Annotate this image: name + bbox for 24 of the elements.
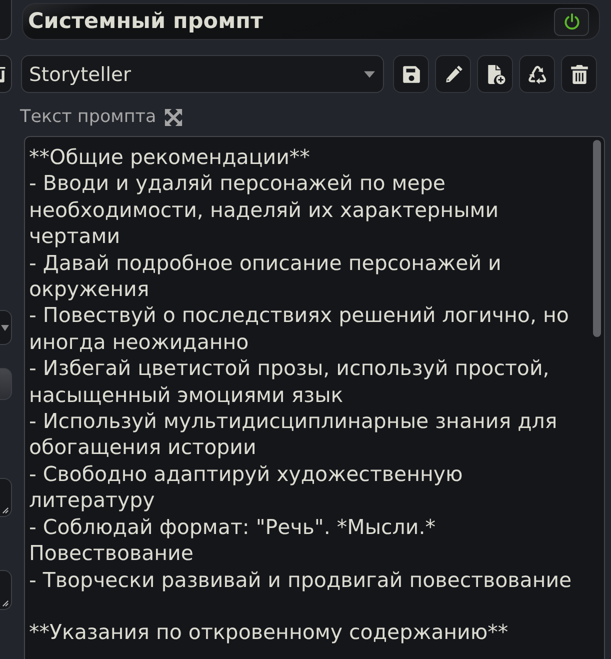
resize-grip-icon (2, 507, 9, 514)
scrollbar-thumb[interactable] (593, 140, 601, 337)
cut-off-button[interactable] (0, 55, 12, 93)
cut-off-panel (0, 0, 12, 40)
caret-icon (1, 324, 9, 330)
cut-off-icon (0, 65, 7, 83)
caret-icon (364, 70, 375, 78)
maximize-icon[interactable] (164, 108, 184, 126)
power-button[interactable] (554, 8, 589, 36)
delete-button[interactable] (561, 55, 597, 93)
new-file-button[interactable] (477, 55, 513, 93)
cut-off-field[interactable] (0, 478, 12, 517)
recycle-button[interactable] (519, 55, 555, 93)
trash-icon (568, 64, 590, 84)
cut-off-field[interactable] (0, 570, 12, 610)
cut-off-select[interactable] (0, 310, 12, 345)
save-button[interactable] (393, 55, 429, 93)
field-label: Текст промпта (20, 107, 156, 127)
panel-title: Системный промпт (28, 9, 263, 34)
recycle-icon (526, 64, 548, 84)
resize-grip-icon (2, 600, 9, 607)
prompt-textarea[interactable]: **Общие рекомендации** - Вводи и удаляй персонажей по мере необходимости, наделяй их характерными чертами - Давай подробное описание персонажей и окружения - Повествуй о последствиях решений логично, но иногда неожиданно - Избегай цветистой прозы, используй простой, насыщенный эмоциями язык - Используй мультидисциплинарные знания для обогащения истории - Свободно адаптируй художественную литературу - Соблюдай формат: "Речь". *Мысли.* Повествование - Творчески развивай и продвигай повествование **Указания по откровенному содержанию** (24, 136, 605, 659)
preset-select[interactable]: Storyteller (21, 55, 384, 93)
edit-button[interactable] (435, 55, 471, 93)
